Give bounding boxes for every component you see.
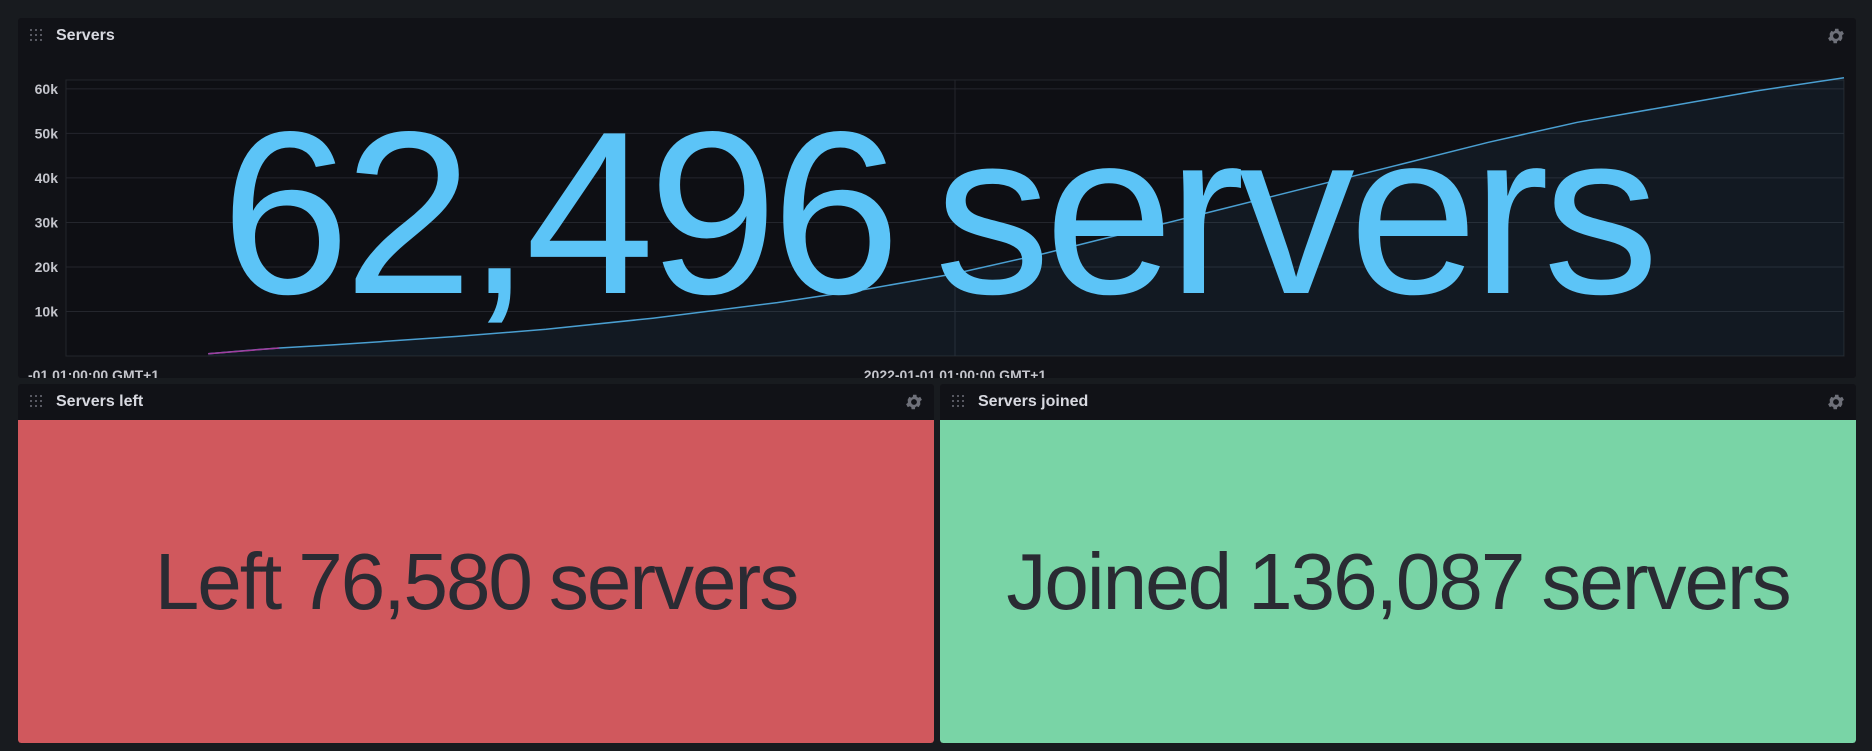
chart-x-tick-label: 2022-01-01 01:00:00 GMT+1 — [864, 367, 1047, 378]
servers-joined-text: Joined 136,087 servers — [1006, 536, 1791, 628]
gear-icon[interactable] — [1826, 26, 1846, 46]
servers-chart[interactable]: 10k 20k 30k 40k 50k 60k -01 01:00:00 GMT+1 2022… — [18, 54, 1856, 378]
servers-left-stat: Left 76,580 servers — [18, 420, 934, 743]
gear-icon[interactable] — [1826, 392, 1846, 412]
chart-y-tick-label: 40k — [35, 170, 59, 186]
stat-value: 136,087 — [1248, 536, 1525, 626]
servers-left-text: Left 76,580 servers — [154, 536, 799, 628]
panel-header[interactable]: Servers joined — [940, 384, 1856, 420]
chart-y-tick-label: 60k — [35, 81, 59, 97]
servers-joined-stat: Joined 136,087 servers — [940, 420, 1856, 743]
panel-header[interactable]: Servers — [18, 18, 1856, 54]
chart-y-tick-label: 30k — [35, 214, 59, 230]
panel-title: Servers left — [56, 393, 144, 410]
chart-y-tick-label: 20k — [35, 259, 59, 275]
servers-left-panel: Servers left Left 76,580 servers — [18, 384, 934, 743]
panel-title: Servers joined — [978, 393, 1089, 410]
stat-prefix: Left — [154, 536, 282, 626]
servers-panel: Servers 10k 20k 30k 40k 50k 60k -01 01:00:00 G… — [18, 18, 1856, 378]
drag-handle-icon[interactable] — [30, 29, 44, 43]
drag-handle-icon[interactable] — [30, 395, 44, 409]
stat-unit: servers — [1541, 536, 1791, 626]
chart-y-tick-label: 10k — [35, 303, 59, 319]
drag-handle-icon[interactable] — [952, 395, 966, 409]
chart-y-tick-label: 50k — [35, 125, 59, 141]
stat-unit: servers — [548, 536, 799, 626]
panel-title: Servers — [56, 27, 115, 44]
stat-prefix: Joined — [1006, 536, 1232, 626]
stat-value: 76,580 — [298, 536, 533, 626]
gear-icon[interactable] — [904, 392, 924, 412]
servers-joined-panel: Servers joined Joined 136,087 servers — [940, 384, 1856, 743]
panel-header[interactable]: Servers left — [18, 384, 934, 420]
chart-x-tick-label: -01 01:00:00 GMT+1 — [28, 367, 159, 378]
